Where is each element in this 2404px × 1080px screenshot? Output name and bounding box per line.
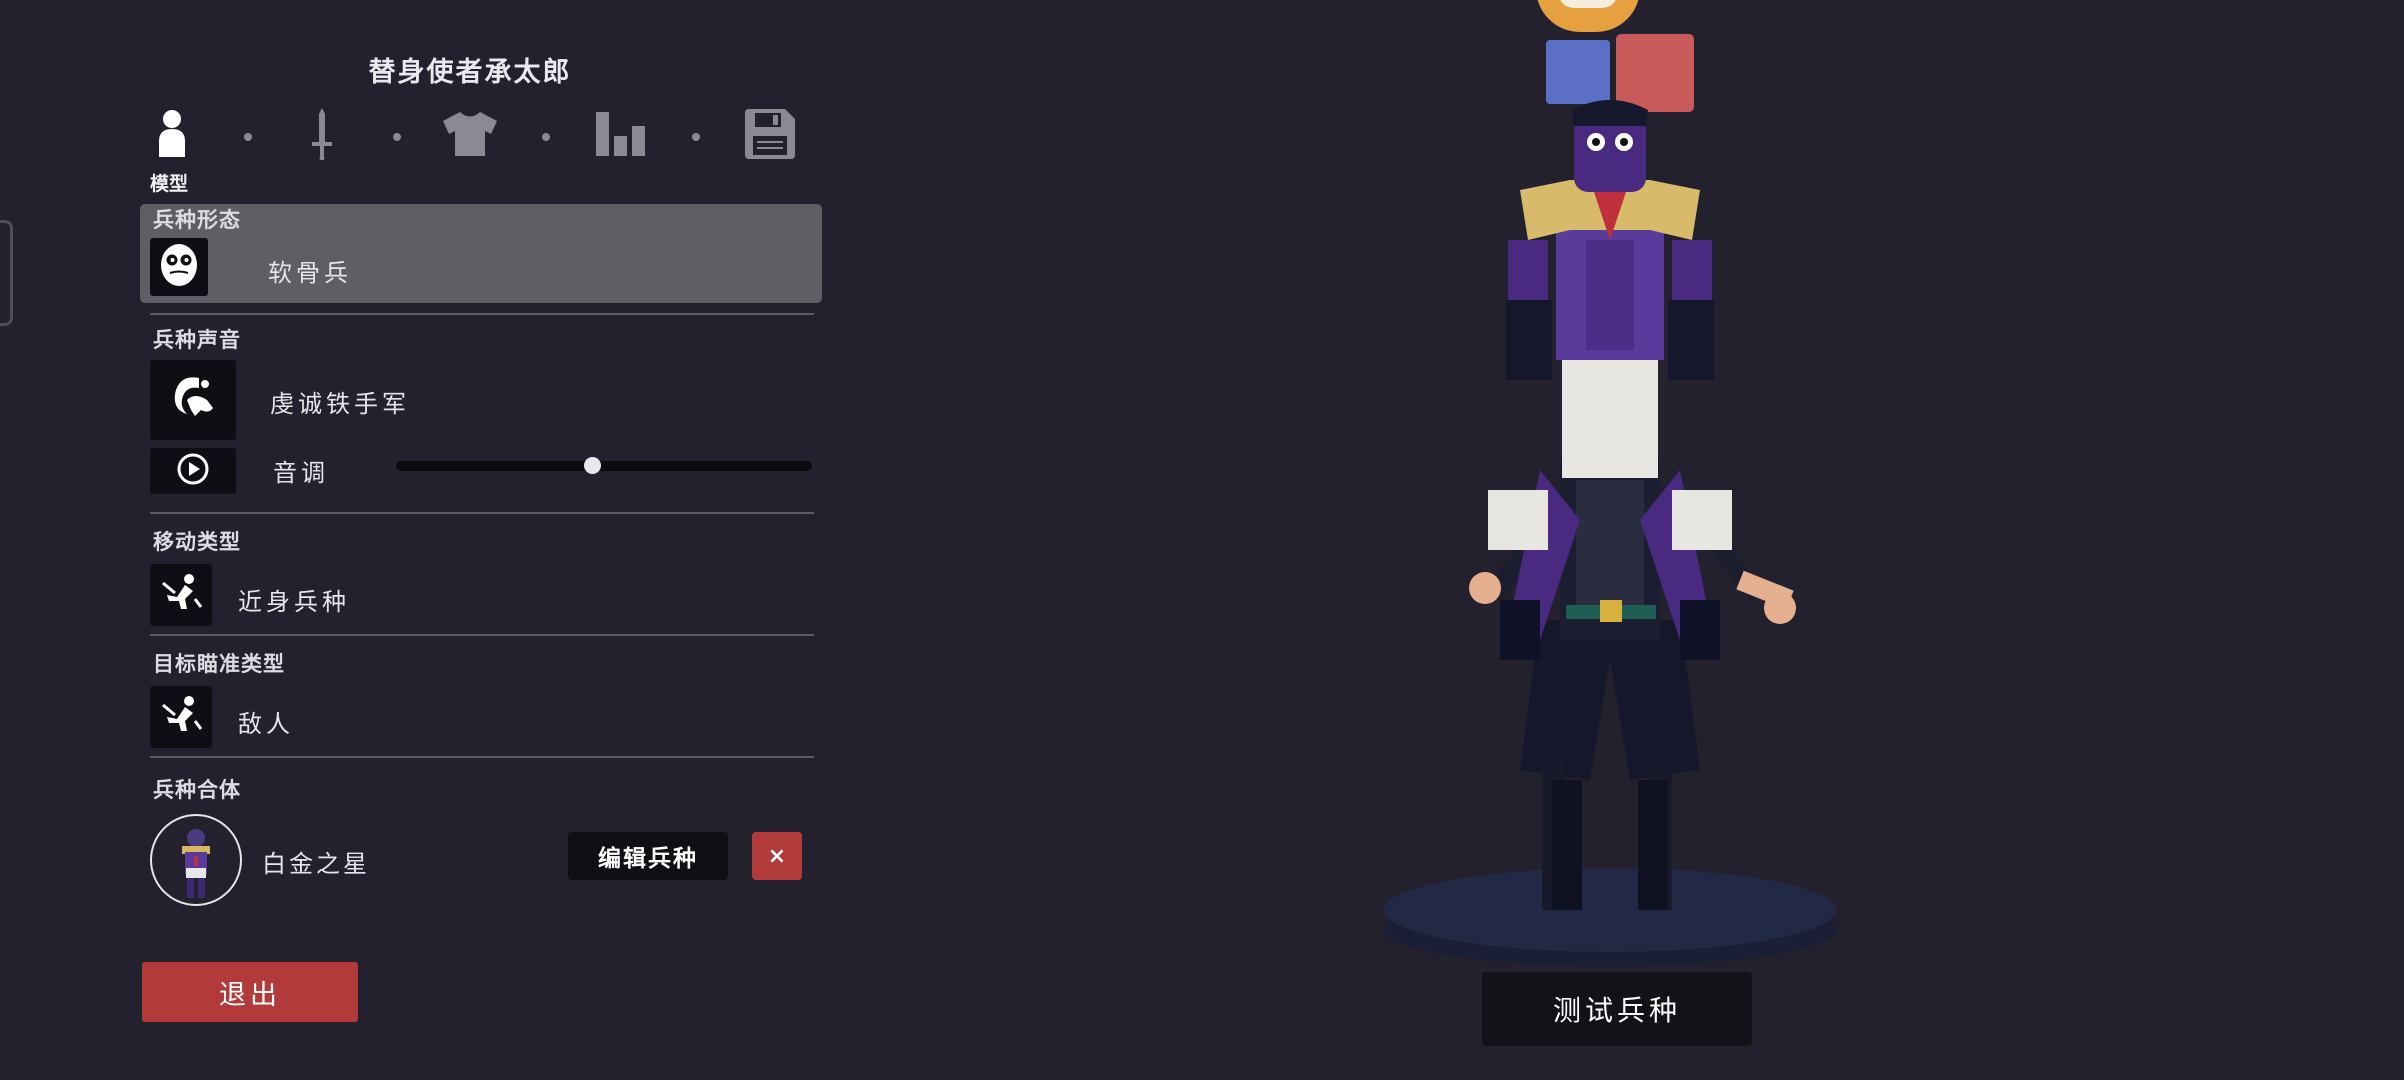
edge-bracket — [0, 220, 13, 326]
tab-clothing[interactable] — [443, 110, 497, 162]
team-blue-button[interactable] — [1546, 40, 1610, 104]
sword-icon — [310, 108, 334, 164]
play-voice-button[interactable] — [150, 448, 236, 494]
unit-badge-emblem — [1536, 0, 1640, 32]
remove-combo-button[interactable]: × — [752, 832, 802, 880]
divider — [150, 634, 814, 636]
tab-stats[interactable] — [595, 110, 647, 162]
unit-3d-preview[interactable] — [1380, 100, 1840, 980]
edit-unit-button[interactable]: 编辑兵种 — [568, 832, 728, 880]
pitch-slider-track[interactable] — [396, 461, 812, 471]
active-tab-label: 模型 — [150, 173, 189, 195]
targeting-section-label: 目标瞄准类型 — [153, 652, 285, 676]
target-unit-icon — [159, 693, 203, 741]
tab-separator-dot — [393, 133, 401, 141]
tab-weapons[interactable] — [296, 108, 348, 164]
movement-section-label: 移动类型 — [153, 530, 241, 554]
voice-section-label: 兵种声音 — [153, 328, 241, 352]
form-value: 软骨兵 — [268, 259, 352, 287]
person-icon — [156, 109, 188, 163]
unit-name-title: 替身使者承太郎 — [368, 57, 572, 88]
tab-separator-dot — [244, 133, 252, 141]
targeting-selector[interactable] — [150, 686, 212, 748]
pitch-label: 音调 — [273, 459, 329, 487]
shirt-icon — [443, 112, 497, 160]
play-icon — [176, 452, 210, 490]
voice-selector[interactable] — [150, 360, 236, 440]
voice-value: 虔诚铁手军 — [270, 390, 410, 418]
divider — [150, 756, 814, 758]
exit-button[interactable]: 退出 — [142, 962, 358, 1022]
pitch-slider-handle[interactable] — [583, 457, 601, 474]
tab-save[interactable] — [744, 109, 796, 163]
divider — [150, 512, 814, 514]
form-icon-box — [150, 238, 208, 296]
movement-selector[interactable] — [150, 564, 212, 626]
tab-separator-dot — [692, 133, 700, 141]
combo-section-label: 兵种合体 — [153, 778, 241, 802]
tab-model[interactable] — [146, 110, 198, 162]
melee-unit-icon — [159, 571, 203, 619]
stats-icon — [596, 112, 646, 160]
targeting-value: 敌人 — [238, 710, 294, 738]
mask-face-icon — [159, 243, 199, 291]
combo-value: 白金之星 — [262, 850, 370, 878]
form-selector[interactable] — [140, 204, 822, 303]
save-icon — [745, 109, 795, 163]
movement-value: 近身兵种 — [238, 588, 350, 616]
voice-icon — [165, 370, 221, 430]
combo-unit-avatar[interactable] — [150, 814, 242, 906]
test-unit-button[interactable]: 测试兵种 — [1482, 972, 1752, 1046]
divider — [150, 313, 814, 315]
tab-separator-dot — [542, 133, 550, 141]
form-section-label: 兵种形态 — [153, 208, 241, 232]
